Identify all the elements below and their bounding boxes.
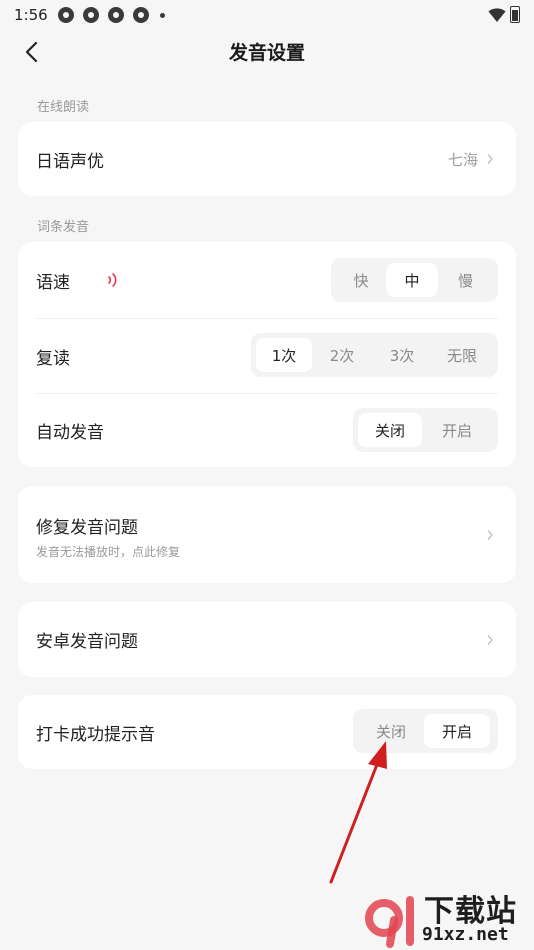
voice-card: 日语声优 七海	[18, 122, 516, 196]
sound-wave-icon[interactable]	[106, 272, 118, 288]
checkin-row-label: 打卡成功提示音	[36, 724, 155, 745]
speed-option-slow[interactable]: 慢	[438, 263, 493, 297]
repeat-option-3[interactable]: 3次	[372, 338, 432, 372]
status-time: 1:56	[14, 6, 48, 24]
chevron-right-icon	[487, 154, 493, 164]
speed-row-label: 语速	[36, 272, 70, 293]
auto-pronounce-label: 自动发音	[36, 423, 104, 443]
section-label-online: 在线朗读	[37, 100, 90, 115]
checkin-option-on[interactable]: 开启	[424, 714, 490, 748]
checkin-sound-toggle: 关闭 开启	[353, 709, 498, 753]
notification-icon	[132, 7, 149, 23]
auto-pronounce-toggle: 关闭 开启	[353, 408, 498, 452]
speed-option-medium[interactable]: 中	[386, 263, 438, 297]
repeat-segmented-control: 1次 2次 3次 无限	[251, 333, 498, 377]
android-card[interactable]: 安卓发音问题	[18, 602, 516, 677]
speed-row: 语速 快 中 慢	[18, 242, 516, 318]
checkin-card: 打卡成功提示音 关闭 开启	[18, 695, 516, 769]
checkin-option-off[interactable]: 关闭	[358, 714, 424, 748]
watermark-domain: 91xz.net	[422, 924, 509, 945]
fix-card[interactable]: 修复发音问题 发音无法播放时，点此修复	[18, 486, 516, 583]
watermark-logo: 下载站 91xz.net	[360, 884, 530, 948]
back-icon[interactable]	[18, 38, 46, 66]
section-label-word: 词条发音	[37, 220, 90, 235]
word-card: 语速 快 中 慢 复读 1次 2次 3次 无限 自动发音 关闭 开启	[18, 242, 516, 467]
page-title: 发音设置	[228, 41, 305, 64]
fix-row-subtitle: 发音无法播放时，点此修复	[36, 545, 181, 559]
voice-row-label: 日语声优	[36, 151, 104, 172]
auto-option-off[interactable]: 关闭	[358, 413, 422, 447]
status-bar: 1:56	[0, 0, 534, 30]
auto-pronounce-row: 自动发音 关闭 开启	[18, 394, 516, 467]
auto-option-on[interactable]: 开启	[422, 413, 492, 447]
android-row: 安卓发音问题	[18, 602, 516, 677]
chevron-right-icon	[487, 634, 493, 645]
battery-icon	[510, 6, 520, 23]
repeat-row: 复读 1次 2次 3次 无限	[18, 319, 516, 393]
more-notifications-icon	[159, 12, 165, 18]
speed-segmented-control: 快 中 慢	[331, 258, 498, 302]
chevron-right-icon	[487, 530, 493, 540]
notification-icon	[82, 7, 99, 23]
checkin-row: 打卡成功提示音 关闭 开启	[18, 695, 516, 769]
voice-row-value: 七海	[447, 150, 478, 169]
header: 发音设置	[0, 30, 534, 72]
speed-option-fast[interactable]: 快	[336, 263, 386, 297]
repeat-row-label: 复读	[36, 348, 70, 369]
fix-row-label: 修复发音问题	[36, 518, 138, 538]
repeat-option-2[interactable]: 2次	[312, 338, 372, 372]
notification-icon	[57, 7, 74, 23]
notification-icon	[107, 7, 124, 23]
repeat-option-infinite[interactable]: 无限	[432, 338, 492, 372]
repeat-option-1[interactable]: 1次	[256, 338, 312, 372]
android-row-label: 安卓发音问题	[36, 632, 138, 652]
voice-row[interactable]: 日语声优 七海	[18, 122, 516, 196]
wifi-icon	[488, 7, 506, 22]
